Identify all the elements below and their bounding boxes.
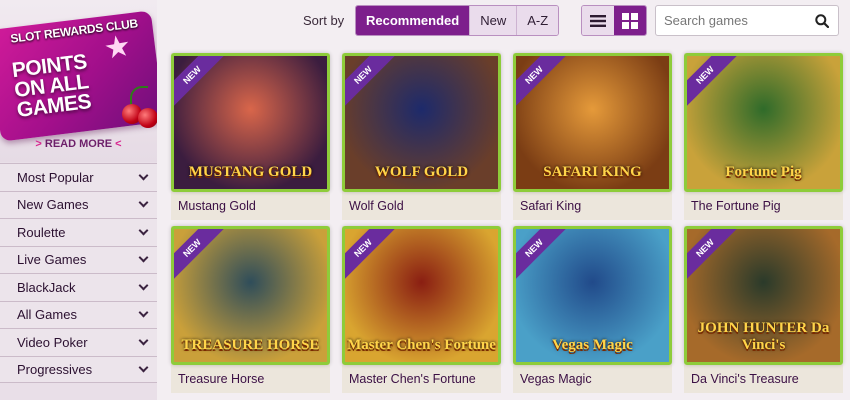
nav-item-all-games[interactable]: All Games [0,300,157,328]
game-thumbnail[interactable]: NEW WOLF GOLD [342,53,501,192]
read-more-link[interactable]: > READ MORE < [0,138,157,150]
search-box [655,5,839,36]
game-card[interactable]: NEW Vegas Magic Vegas Magic [513,226,672,393]
game-thumbnail[interactable]: NEW JOHN HUNTER Da Vinci's [684,226,843,365]
nav-item-label: Live Games [17,252,87,268]
chevron-down-icon [138,197,149,208]
nav-item-live-games[interactable]: Live Games [0,245,157,273]
promo-banner[interactable]: SLOT REWARDS CLUB ★ POINTS ON ALL GAMES … [0,0,157,162]
sort-label: Sort by [303,13,345,28]
nav-item-label: Video Poker [17,334,88,350]
search-input[interactable] [656,7,806,34]
read-more-label: READ MORE [44,138,113,150]
sort-recommended-button[interactable]: Recommended [356,6,471,35]
game-name[interactable]: Mustang Gold [178,199,256,213]
game-thumbnail[interactable]: NEW MUSTANG GOLD [171,53,330,192]
game-logo-text: WOLF GOLD [374,164,469,180]
game-name[interactable]: Safari King [520,199,581,213]
game-logo-text: MUSTANG GOLD [188,164,313,180]
game-name[interactable]: Wolf Gold [349,199,404,213]
nav-item-label: BlackJack [17,279,76,295]
game-thumbnail[interactable]: NEW Vegas Magic [513,226,672,365]
list-icon [590,14,606,27]
arrow-left-icon: > [35,138,42,150]
chevron-down-icon [138,252,149,263]
chevron-down-icon [138,280,149,291]
game-logo-text: Vegas Magic [552,337,633,353]
nav-item-new-games[interactable]: New Games [0,190,157,218]
nav-item-label: New Games [17,197,89,213]
search-icon[interactable] [815,14,829,28]
sort-options: Recommended New A-Z [355,5,560,36]
nav-item-roulette[interactable]: Roulette [0,218,157,246]
game-card[interactable]: NEW TREASURE HORSE Treasure Horse [171,226,330,393]
chevron-down-icon [138,307,149,318]
sort-az-button[interactable]: A-Z [517,6,559,35]
grid-icon [622,12,638,29]
game-name[interactable]: Treasure Horse [178,372,264,386]
game-thumbnail[interactable]: NEW Fortune Pig [684,53,843,192]
sidebar: SLOT REWARDS CLUB ★ POINTS ON ALL GAMES … [0,0,157,400]
nav-item-video-poker[interactable]: Video Poker [0,328,157,356]
game-logo-text: Master Chen's Fortune [347,337,496,353]
nav-item-label: All Games [17,307,77,323]
nav-item-label: Roulette [17,224,66,240]
nav-item-label: Most Popular [17,169,94,185]
cherry-icon [138,108,157,128]
game-thumbnail[interactable]: NEW Master Chen's Fortune [342,226,501,365]
game-logo-text: TREASURE HORSE [181,337,320,353]
game-name[interactable]: The Fortune Pig [691,199,781,213]
chevron-down-icon [138,170,149,181]
view-toggle [581,5,647,36]
game-thumbnail[interactable]: NEW TREASURE HORSE [171,226,330,365]
game-logo-text: Fortune Pig [725,164,802,180]
list-view-button[interactable] [582,6,614,35]
game-card[interactable]: NEW JOHN HUNTER Da Vinci's Da Vinci's Tr… [684,226,843,393]
category-nav: Most Popular New Games Roulette Live Gam… [0,163,157,383]
chevron-down-icon [138,335,149,346]
sort-new-button[interactable]: New [470,6,518,35]
game-card[interactable]: NEW Master Chen's Fortune Master Chen's … [342,226,501,393]
toolbar: Sort by Recommended New A-Z [157,0,850,42]
game-name[interactable]: Master Chen's Fortune [349,372,476,386]
game-card[interactable]: NEW MUSTANG GOLD Mustang Gold [171,53,330,220]
game-logo-text: SAFARI KING [543,164,642,180]
game-logo-text: JOHN HUNTER Da Vinci's [697,320,830,353]
chevron-down-icon [138,362,149,373]
game-name[interactable]: Da Vinci's Treasure [691,372,799,386]
nav-item-label: Progressives [17,361,93,377]
nav-item-progressives[interactable]: Progressives [0,355,157,383]
chevron-down-icon [138,225,149,236]
game-card[interactable]: NEW SAFARI KING Safari King [513,53,672,220]
grid-view-button[interactable] [614,6,646,35]
cherry-stem [130,86,148,106]
game-card[interactable]: NEW WOLF GOLD Wolf Gold [342,53,501,220]
game-name[interactable]: Vegas Magic [520,372,592,386]
game-card[interactable]: NEW Fortune Pig The Fortune Pig [684,53,843,220]
game-thumbnail[interactable]: NEW SAFARI KING [513,53,672,192]
nav-item-most-popular[interactable]: Most Popular [0,163,157,191]
nav-item-blackjack[interactable]: BlackJack [0,273,157,301]
arrow-right-icon: < [115,138,122,150]
